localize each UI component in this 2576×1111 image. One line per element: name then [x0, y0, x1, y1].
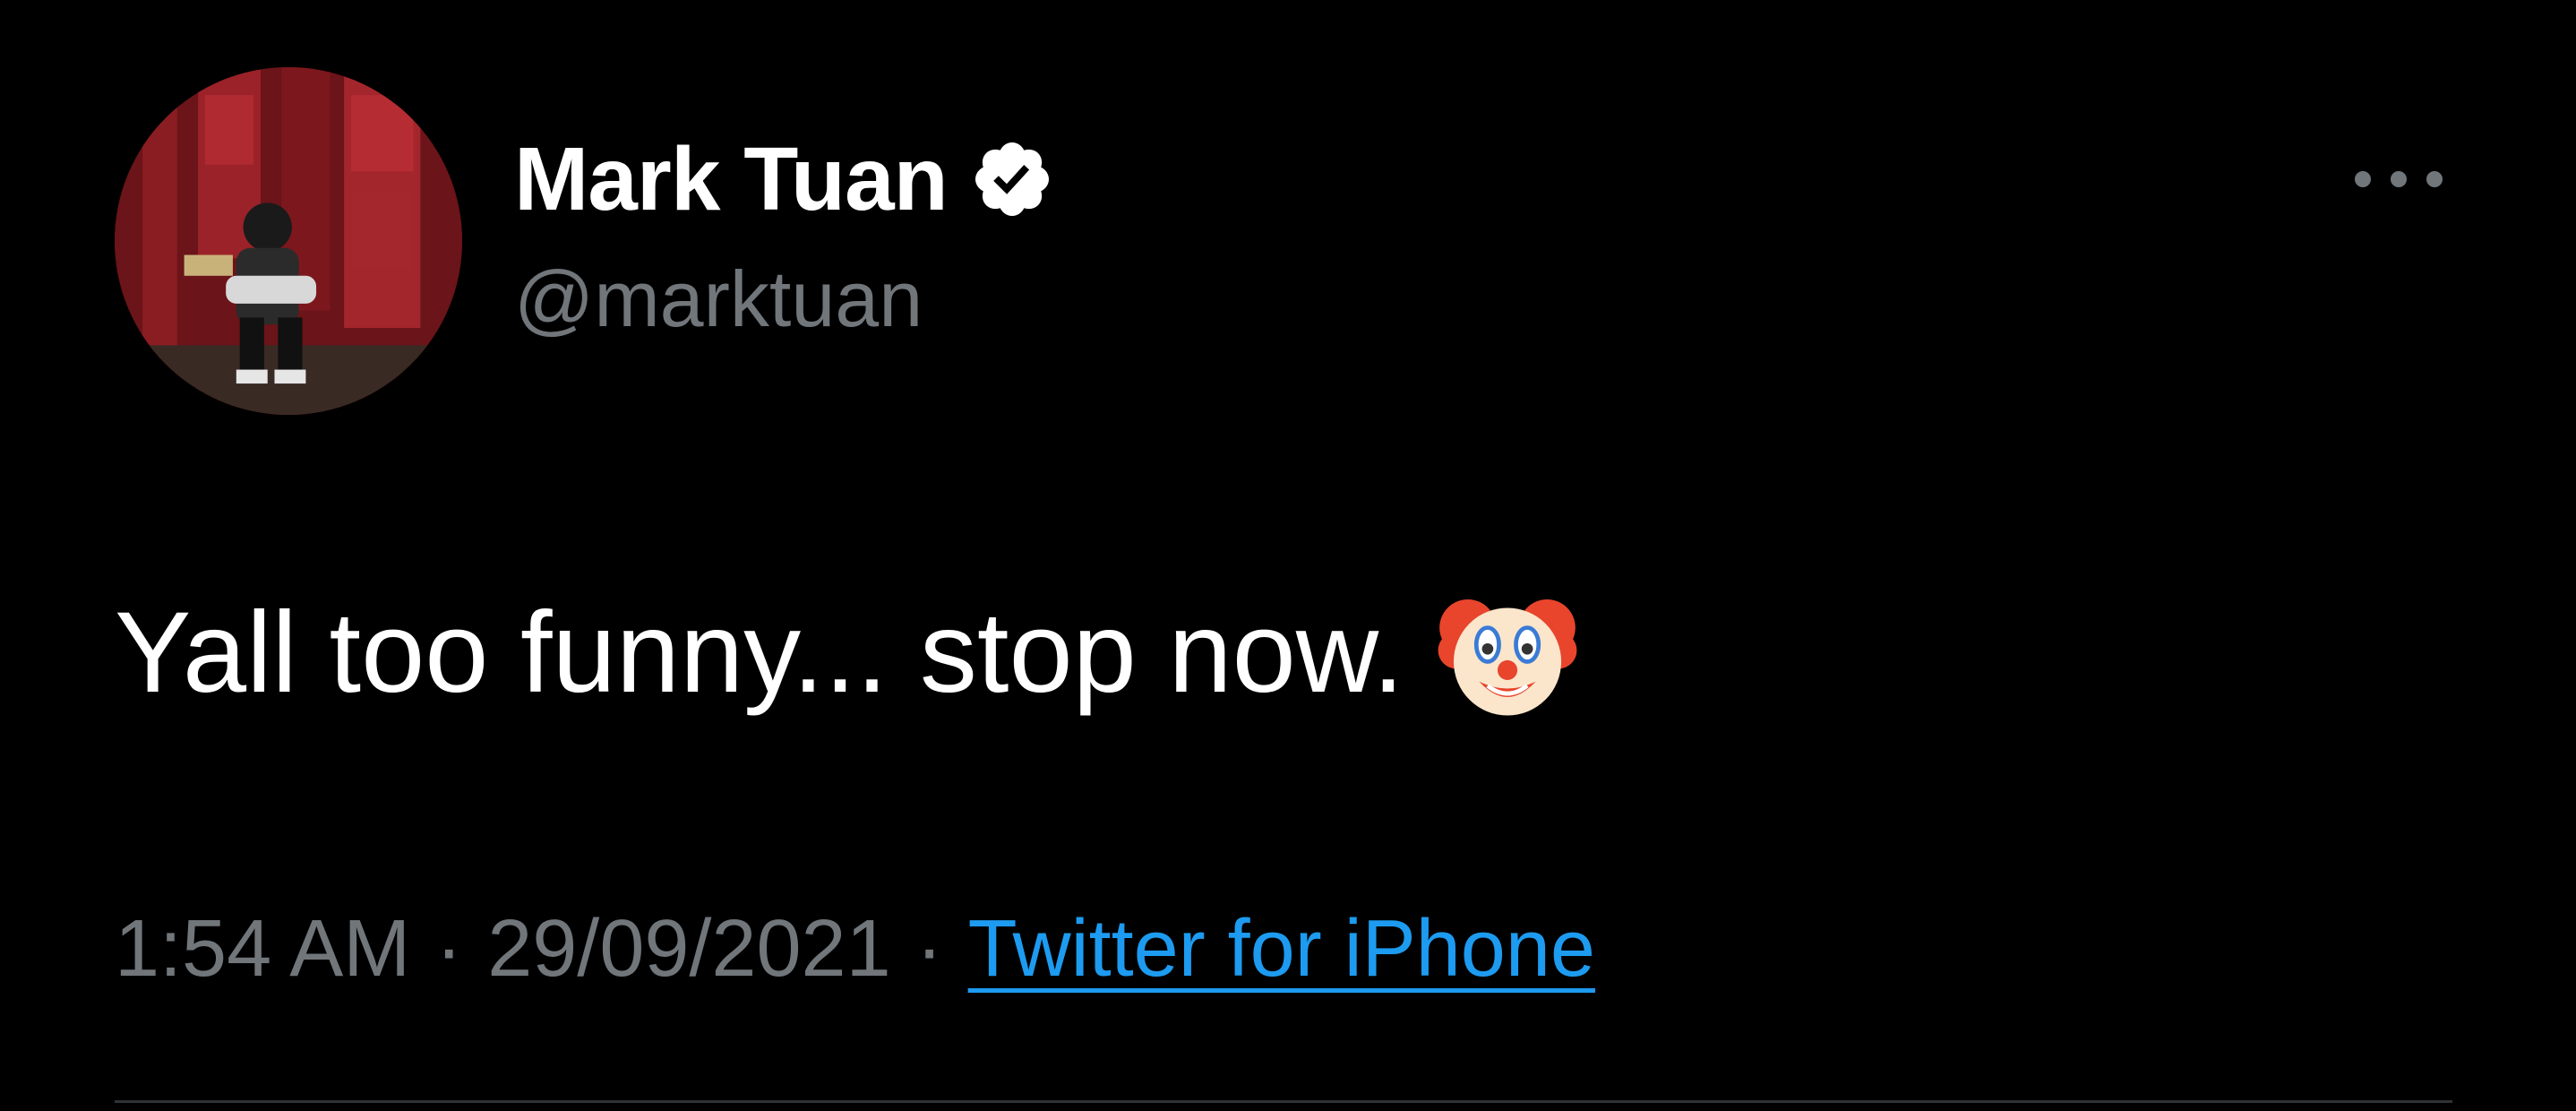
- author-handle[interactable]: @marktuan: [514, 260, 923, 339]
- meta-separator: ·: [915, 904, 943, 994]
- meta-separator: ·: [435, 904, 463, 994]
- tweet-time[interactable]: 1:54 AM: [115, 900, 410, 997]
- tweet-text: Yall too funny... stop now.: [115, 589, 1404, 718]
- more-options-button[interactable]: [2345, 157, 2452, 202]
- tweet-meta: 1:54 AM · 29/09/2021 · Twitter for iPhon…: [115, 900, 1595, 997]
- divider: [115, 1100, 2452, 1103]
- tweet-date[interactable]: 29/09/2021: [487, 900, 890, 997]
- tweet-body: Yall too funny... stop now.: [115, 582, 1578, 724]
- tweet-source-link[interactable]: Twitter for iPhone: [968, 900, 1595, 997]
- more-options-icon: [2355, 171, 2443, 187]
- clown-face-icon: [1438, 599, 1577, 716]
- verified-badge-icon: [975, 142, 1049, 216]
- tweet-card: Mark Tuan @marktuan Yall too funny... st…: [0, 0, 2576, 1111]
- author-name-row[interactable]: Mark Tuan: [514, 125, 1055, 233]
- avatar-photo-icon: [115, 67, 462, 415]
- display-name[interactable]: Mark Tuan: [514, 134, 949, 224]
- avatar[interactable]: [115, 67, 462, 415]
